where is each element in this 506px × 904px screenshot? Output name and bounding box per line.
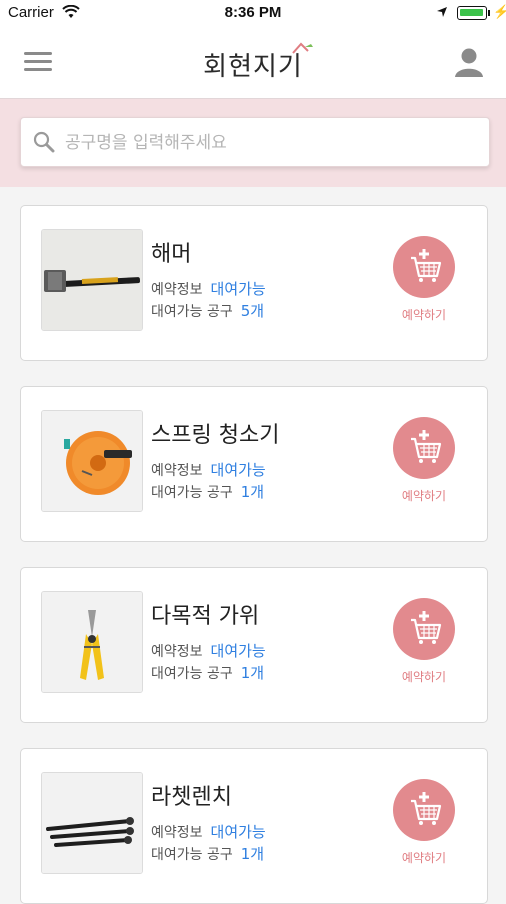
tool-image-multipurpose-scissors	[41, 591, 143, 693]
available-tools-label: 대여가능 공구	[151, 304, 233, 320]
reservation-info-label: 예약정보	[151, 644, 203, 660]
available-count-row: 대여가능 공구 5개	[151, 300, 264, 321]
battery-tip	[488, 10, 490, 16]
search-input[interactable]	[63, 118, 477, 168]
tool-name: 라쳇렌치	[151, 785, 232, 810]
cart-plus-icon[interactable]	[393, 779, 455, 841]
roof-logo-icon	[291, 40, 317, 59]
tool-image-hammer	[41, 229, 143, 331]
reservation-status: 대여가능	[210, 823, 266, 841]
tool-name: 스프링 청소기	[151, 423, 280, 448]
reservation-info-row: 예약정보 대여가능	[151, 459, 266, 480]
reserve-button-label[interactable]: 예약하기	[381, 849, 467, 866]
reservation-status: 대여가능	[210, 461, 266, 479]
available-tools-label: 대여가능 공구	[151, 485, 233, 501]
tool-name: 해머	[151, 242, 192, 267]
tool-card: 다목적 가위 예약정보 대여가능 대여가능 공구 1개 예약하기	[20, 567, 488, 723]
reservation-status: 대여가능	[210, 642, 266, 660]
navigation-bar: 회현지기	[0, 26, 506, 99]
available-count-row: 대여가능 공구 1개	[151, 843, 264, 864]
search-box	[20, 117, 490, 168]
reservation-info-row: 예약정보 대여가능	[151, 640, 266, 661]
tool-image-spring-cleaner	[41, 410, 143, 512]
available-tools-label: 대여가능 공구	[151, 666, 233, 682]
tool-card: 라쳇렌치 예약정보 대여가능 대여가능 공구 1개 예약하기	[20, 748, 488, 904]
charging-bolt-icon: ⚡	[493, 4, 506, 19]
available-count: 1개	[240, 845, 265, 863]
available-count: 5개	[240, 302, 265, 320]
reserve-button-label[interactable]: 예약하기	[381, 306, 467, 323]
reservation-info-label: 예약정보	[151, 282, 203, 298]
available-tools-label: 대여가능 공구	[151, 847, 233, 863]
battery-icon	[457, 6, 487, 20]
tool-name: 다목적 가위	[151, 604, 260, 629]
search-area	[0, 99, 506, 187]
reservation-info-row: 예약정보 대여가능	[151, 821, 266, 842]
user-profile-icon[interactable]	[452, 45, 486, 79]
reservation-info-label: 예약정보	[151, 463, 203, 479]
location-arrow-icon	[436, 5, 448, 22]
tool-card: 해머 예약정보 대여가능 대여가능 공구 5개 예약하기	[20, 205, 488, 361]
reserve-button-label[interactable]: 예약하기	[381, 668, 467, 685]
search-icon	[33, 131, 55, 157]
reservation-info-row: 예약정보 대여가능	[151, 278, 266, 299]
available-count-row: 대여가능 공구 1개	[151, 481, 264, 502]
available-count: 1개	[240, 664, 265, 682]
app-title: 회현지기	[203, 52, 303, 82]
status-bar: Carrier 8:36 PM ⚡	[0, 0, 506, 26]
reserve-button-label[interactable]: 예약하기	[381, 487, 467, 504]
available-count: 1개	[240, 483, 265, 501]
cart-plus-icon[interactable]	[393, 598, 455, 660]
reservation-status: 대여가능	[210, 280, 266, 298]
tool-image-ratchet-wrench	[41, 772, 143, 874]
tool-card: 스프링 청소기 예약정보 대여가능 대여가능 공구 1개 예약하기	[20, 386, 488, 542]
available-count-row: 대여가능 공구 1개	[151, 662, 264, 683]
clock-time: 8:36 PM	[224, 4, 282, 21]
cart-plus-icon[interactable]	[393, 236, 455, 298]
reservation-info-label: 예약정보	[151, 825, 203, 841]
cart-plus-icon[interactable]	[393, 417, 455, 479]
